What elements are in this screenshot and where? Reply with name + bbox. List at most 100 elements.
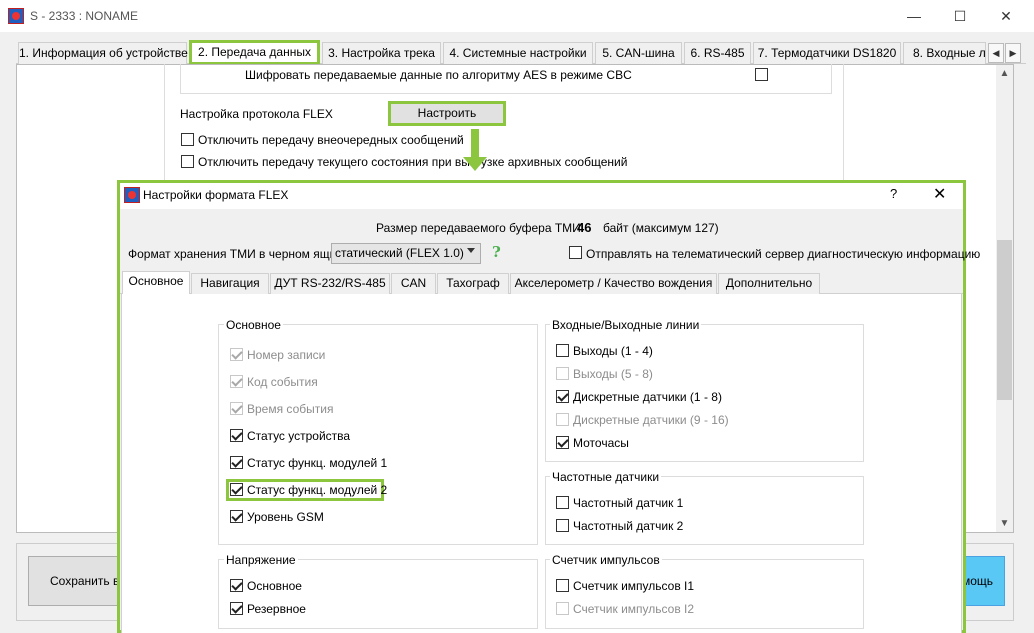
minimize-button[interactable]: — xyxy=(891,0,937,32)
disable-extra-messages-checkbox[interactable] xyxy=(181,133,194,146)
maximize-button[interactable]: ☐ xyxy=(937,0,983,32)
title-bar: S - 2333 : NONAME — ☐ ✕ xyxy=(0,0,1034,32)
tab-label: 2. Передача данных xyxy=(198,45,311,59)
tab-system-settings[interactable]: 4. Системные настройки xyxy=(443,42,593,64)
close-button[interactable]: ✕ xyxy=(983,0,1029,32)
freq-group-title: Частотные датчики xyxy=(550,470,662,484)
dialog-tab-tachograph[interactable]: Тахограф xyxy=(437,273,509,294)
tab-label: 6. RS-485 xyxy=(690,46,745,60)
disable-current-state-checkbox[interactable] xyxy=(181,155,194,168)
tab-track-settings[interactable]: 3. Настройка трека xyxy=(322,42,441,64)
tab-label: 1. Информация об устройстве xyxy=(19,46,188,60)
tab-data-transfer[interactable]: 2. Передача данных xyxy=(189,40,320,65)
scroll-down-icon[interactable]: ▼ xyxy=(996,515,1013,532)
dialog-tab-accelerometer[interactable]: Акселерометр / Качество вождения xyxy=(510,273,717,294)
tab-label: 3. Настройка трека xyxy=(328,46,435,60)
outputs-1-4-checkbox[interactable] xyxy=(556,344,569,357)
discrete-1-8-label: Дискретные датчики (1 - 8) xyxy=(573,390,722,404)
tab-label: 7. Термодатчики DS1820 xyxy=(757,46,897,60)
discrete-1-8-checkbox[interactable] xyxy=(556,390,569,403)
func-modules-2-checkbox[interactable] xyxy=(230,483,243,496)
func-modules-2-label: Статус функц. модулей 2 xyxy=(247,483,388,497)
dialog-tab-can[interactable]: CAN xyxy=(391,273,436,294)
event-code-label: Код события xyxy=(247,375,318,389)
tab-thermosensors[interactable]: 7. Термодатчики DS1820 xyxy=(753,42,901,64)
tab-label: 8. Входные ли xyxy=(913,46,986,60)
tab-rs485[interactable]: 6. RS-485 xyxy=(684,42,751,64)
io-group-title: Входные/Выходные линии xyxy=(550,318,702,332)
tab-label: Дополнительно xyxy=(725,276,813,290)
freq-sensor-1-checkbox[interactable] xyxy=(556,496,569,509)
pulse-group-title: Счетчик импульсов xyxy=(550,553,662,567)
window-title: S - 2333 : NONAME xyxy=(30,9,139,23)
event-code-checkbox xyxy=(230,375,243,388)
tab-label: Акселерометр / Качество вождения xyxy=(514,276,713,290)
tab-input-lines[interactable]: 8. Входные ли xyxy=(903,42,986,64)
voltage-backup-label: Резервное xyxy=(247,602,306,616)
device-status-checkbox[interactable] xyxy=(230,429,243,442)
pulse-group xyxy=(545,559,864,629)
buffer-size-label: Размер передаваемого буфера ТМИ: xyxy=(376,221,585,235)
tab-scroll-right-icon[interactable]: ▶ xyxy=(1005,43,1021,63)
app-icon xyxy=(8,8,24,24)
voltage-group-title: Напряжение xyxy=(224,553,298,567)
device-status-label: Статус устройства xyxy=(247,429,351,443)
freq-sensor-2-label: Частотный датчик 2 xyxy=(573,519,684,533)
pulse-i1-checkbox[interactable] xyxy=(556,579,569,592)
outputs-1-4-label: Выходы (1 - 4) xyxy=(573,344,653,358)
engine-hours-checkbox[interactable] xyxy=(556,436,569,449)
dialog-tab-navigation[interactable]: Навигация xyxy=(191,273,269,294)
tab-label: Тахограф xyxy=(446,276,500,290)
arrow-head-icon xyxy=(463,157,487,171)
disable-extra-messages-label: Отключить передачу внеочередных сообщени… xyxy=(198,133,464,147)
outputs-5-8-checkbox xyxy=(556,367,569,380)
flex-protocol-label: Настройка протокола FLEX xyxy=(180,107,333,121)
discrete-9-16-label: Дискретные датчики (9 - 16) xyxy=(573,413,729,427)
freq-group xyxy=(545,476,864,545)
record-number-label: Номер записи xyxy=(247,348,326,362)
pulse-i2-checkbox xyxy=(556,602,569,615)
aes-label: Шифровать передаваемые данные по алгорит… xyxy=(245,68,632,82)
discrete-9-16-checkbox xyxy=(556,413,569,426)
scroll-up-icon[interactable]: ▲ xyxy=(996,65,1013,82)
voltage-group xyxy=(218,559,538,629)
scroll-thumb[interactable] xyxy=(997,240,1012,400)
disable-current-state-label: Отключить передачу текущего состояния пр… xyxy=(198,155,628,169)
arrow-down-icon xyxy=(471,129,479,159)
storage-format-select[interactable]: статический (FLEX 1.0) xyxy=(331,243,481,264)
voltage-main-label: Основное xyxy=(247,579,302,593)
buffer-size-unit: байт (максимум 127) xyxy=(603,221,719,235)
tab-scroll-left-icon[interactable]: ◀ xyxy=(988,43,1004,63)
help-icon[interactable]: ? xyxy=(492,243,501,261)
chevron-down-icon xyxy=(467,248,475,253)
voltage-backup-checkbox[interactable] xyxy=(230,602,243,615)
record-number-checkbox xyxy=(230,348,243,361)
event-time-label: Время события xyxy=(247,402,334,416)
dialog-tab-fuel-sensors[interactable]: ДУТ RS-232/RS-485 xyxy=(270,273,390,294)
save-button[interactable]: Сохранить в xyxy=(28,556,128,606)
dialog-app-icon xyxy=(124,187,140,203)
outputs-5-8-label: Выходы (5 - 8) xyxy=(573,367,653,381)
func-modules-1-checkbox[interactable] xyxy=(230,456,243,469)
gsm-level-label: Уровень GSM xyxy=(247,510,324,524)
tab-label: Навигация xyxy=(200,276,260,290)
buffer-size-value: 46 xyxy=(577,220,592,235)
dialog-tab-basic[interactable]: Основное xyxy=(122,271,190,295)
tab-can-bus[interactable]: 5. CAN-шина xyxy=(595,42,682,64)
event-time-checkbox xyxy=(230,402,243,415)
diagnostic-info-checkbox[interactable] xyxy=(569,246,582,259)
dialog-tab-additional[interactable]: Дополнительно xyxy=(718,273,820,294)
tab-device-info[interactable]: 1. Информация об устройстве xyxy=(18,42,188,64)
gsm-level-checkbox[interactable] xyxy=(230,510,243,523)
tab-label: 5. CAN-шина xyxy=(602,46,675,60)
freq-sensor-2-checkbox[interactable] xyxy=(556,519,569,532)
engine-hours-label: Моточасы xyxy=(573,436,629,450)
pulse-i1-label: Счетчик импульсов I1 xyxy=(573,579,695,593)
storage-format-label: Формат хранения ТМИ в черном ящике xyxy=(128,247,349,261)
tab-label: ДУТ RS-232/RS-485 xyxy=(274,276,386,290)
flex-configure-button[interactable]: Настроить xyxy=(388,101,506,126)
dialog-close-icon[interactable]: ✕ xyxy=(933,184,946,204)
dialog-help-icon[interactable]: ? xyxy=(890,186,897,201)
voltage-main-checkbox[interactable] xyxy=(230,579,243,592)
aes-checkbox[interactable] xyxy=(755,68,768,81)
